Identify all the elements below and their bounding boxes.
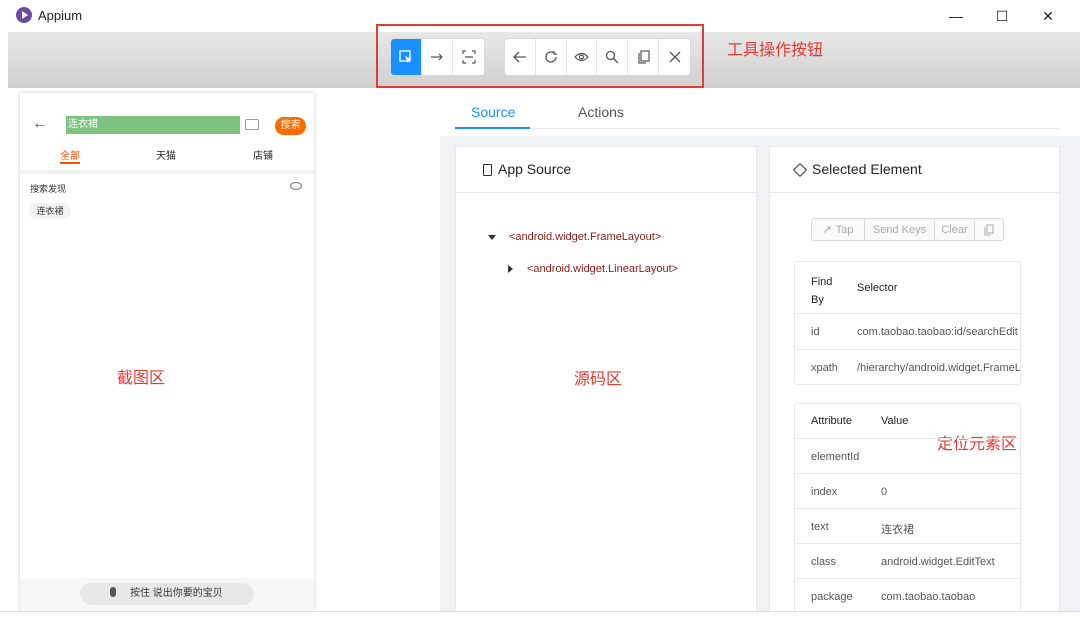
selector-value: com.taobao.taobao:id/searchEdit [857,326,1018,338]
attribute-value: android.widget.EditText [881,556,995,568]
selected-element-title: Selected Element [812,161,922,177]
tab-actions[interactable]: Actions [578,104,624,120]
window-title: Appium [38,8,83,23]
attribute-name: package [811,591,853,603]
close-window-button[interactable]: ✕ [1028,4,1068,28]
attribute-value: 0 [881,486,888,498]
camera-icon [245,119,259,130]
attribute-table: Attribute Value elementId index 0 text 连… [794,403,1021,613]
element-action-group: ↗ Tap Send Keys Clear [811,218,1004,241]
table-row[interactable]: id com.taobao.taobao:id/searchEdit [795,314,1020,350]
phone-discover-label: 搜索发现 [30,184,67,194]
tap-button[interactable]: ↗ Tap [812,219,865,240]
selector-find-by: id [811,326,820,338]
attribute-header-row: Attribute Value [795,404,1020,439]
copy-attributes-button[interactable] [975,219,1003,240]
tag-icon [792,162,808,178]
attribute-name: class [811,556,837,568]
app-source-header: App Source [456,147,756,193]
phone-back-icon: ← [32,115,48,132]
table-row[interactable]: index 0 [795,474,1020,509]
toolbar-annotation-box [376,24,704,88]
selector-find-by: xpath [811,362,838,374]
background-window-strip [0,611,1080,632]
table-row[interactable]: class android.widget.EditText [795,544,1020,579]
phone-tab-indicator [60,162,80,164]
file-icon [483,164,492,176]
tab-rule [455,128,1059,129]
appium-logo-icon [16,7,32,23]
tab-source[interactable]: Source [471,104,515,120]
table-row[interactable]: elementId [795,439,1020,474]
minimize-button[interactable]: — [936,4,976,28]
table-row[interactable]: text 连衣裙 [795,509,1020,544]
clear-button[interactable]: Clear [935,219,975,240]
phone-eye-icon [290,182,302,190]
screenshot-area-annotation: 截图区 [117,370,166,387]
phone-tab-shop[interactable]: 店铺 [253,147,273,162]
selector-header: Selector [857,282,898,294]
attribute-value: 连衣裙 [881,524,914,536]
attribute-name: elementId [811,451,860,463]
background-window-edge [0,0,8,632]
app-source-title: App Source [498,161,572,177]
tree-node-linearlayout[interactable]: <android.widget.LinearLayout> [527,263,678,275]
table-row[interactable]: xpath /hierarchy/android.widget.FrameLay… [795,350,1021,384]
phone-voice-button[interactable]: 按住 说出你要的宝贝 [80,583,254,605]
phone-search-field[interactable]: 连衣裙 [66,116,240,134]
phone-tab-all[interactable]: 全部 [60,147,80,162]
copy-icon [984,224,994,235]
value-header: Value [881,415,909,427]
maximize-button[interactable]: ☐ [982,4,1022,28]
expand-caret-icon[interactable] [488,235,496,240]
source-area-annotation: 源码区 [574,371,623,388]
attribute-value: com.taobao.taobao [881,591,976,603]
toolbar-annotation: 工具操作按钮 [727,42,824,59]
tab-active-indicator [455,127,530,129]
tap-icon: ↗ [822,224,832,236]
phone-divider [20,170,314,174]
selected-element-header: Selected Element [770,147,1059,193]
phone-search-button[interactable]: 搜索 [275,117,306,135]
selector-header-row: Find By Selector [795,262,1020,314]
collapse-caret-icon[interactable] [508,265,513,273]
phone-tab-tmall[interactable]: 天猫 [156,147,176,162]
table-row[interactable]: package com.taobao.taobao [795,579,1020,612]
selector-table: Find By Selector id com.taobao.taobao:id… [794,261,1021,385]
attribute-name: index [811,486,838,498]
attribute-name: text [811,521,829,533]
find-by-header: Find By [811,276,833,306]
tap-label: Tap [835,223,854,236]
tree-node-framelayout[interactable]: <android.widget.FrameLayout> [509,231,661,243]
selector-value: /hierarchy/android.widget.FrameLayout [857,362,1021,374]
send-keys-button[interactable]: Send Keys [865,219,935,240]
microphone-icon [110,587,116,597]
attribute-header: Attribute [811,415,852,427]
phone-history-chip[interactable]: 连衣裙 [29,203,71,219]
